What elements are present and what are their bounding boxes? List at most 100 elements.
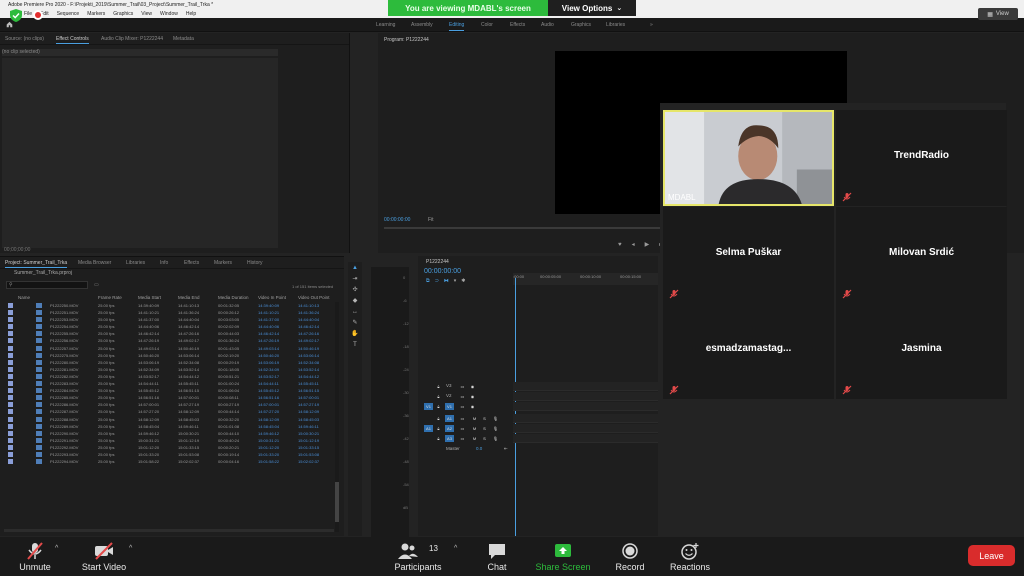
- track-target-a2[interactable]: A2: [445, 425, 454, 432]
- label-color-swatch[interactable]: [8, 324, 13, 330]
- workspace-libraries[interactable]: Libraries: [606, 22, 625, 28]
- track-lock-icon[interactable]: 🔒︎: [434, 393, 443, 400]
- table-row[interactable]: P1222275.MOV 25.00 fps 14:50:46:20 14:53:06…: [0, 352, 340, 359]
- participants-button[interactable]: 13 Participants: [383, 540, 453, 574]
- ripple-edit-tool-icon[interactable]: ✣: [351, 286, 359, 294]
- track-eye-icon[interactable]: ◉: [468, 393, 477, 400]
- home-icon[interactable]: [6, 21, 13, 28]
- master-value[interactable]: 0.0: [476, 446, 482, 451]
- table-row[interactable]: P1222253.MOV 25.00 fps 14:41:37:00 14:44:40…: [0, 316, 340, 323]
- table-row[interactable]: P1222257.MOV 25.00 fps 14:49:03:14 14:50:46…: [0, 345, 340, 352]
- table-row[interactable]: P1222283.MOV 25.00 fps 14:54:44:11 14:55:45…: [0, 380, 340, 387]
- participant-tile[interactable]: Milovan Srdić: [836, 207, 1007, 303]
- workspace-more[interactable]: »: [650, 22, 653, 28]
- timeline-tab[interactable]: P1222244: [426, 259, 449, 266]
- col-video-in[interactable]: Video In Point: [258, 295, 286, 300]
- col-video-out[interactable]: Video Out Point: [298, 295, 329, 300]
- track-output-icon[interactable]: ▭: [458, 415, 467, 422]
- play-icon[interactable]: ▶: [645, 241, 650, 248]
- folder-icon[interactable]: ▭: [94, 282, 99, 288]
- label-color-swatch[interactable]: [8, 409, 13, 415]
- track-target-a1[interactable]: A1: [445, 415, 454, 422]
- track-mute-icon[interactable]: M: [470, 425, 479, 432]
- table-row[interactable]: P1222281.MOV 25.00 fps 14:52:34:09 14:53:52…: [0, 366, 340, 373]
- track-mic-icon[interactable]: 🎙︎: [491, 435, 500, 442]
- table-row[interactable]: P1222293.MOV 25.00 fps 15:01:33:20 15:01:53…: [0, 451, 340, 458]
- tab-history[interactable]: History: [247, 260, 263, 266]
- participants-options-chevron-icon[interactable]: ^: [454, 545, 457, 552]
- workspace-audio[interactable]: Audio: [541, 22, 554, 28]
- track-output-icon[interactable]: ▭: [458, 403, 467, 410]
- program-tab[interactable]: Program: P1222244: [384, 37, 429, 44]
- source-patch-v1[interactable]: V1: [424, 403, 433, 410]
- label-color-swatch[interactable]: [8, 423, 13, 429]
- track-eye-icon[interactable]: ◉: [468, 383, 477, 390]
- label-color-swatch[interactable]: [8, 437, 13, 443]
- label-color-swatch[interactable]: [8, 459, 13, 465]
- workspace-learning[interactable]: Learning: [376, 22, 395, 28]
- menu-window[interactable]: Window: [160, 11, 178, 17]
- track-mic-icon[interactable]: 🎙︎: [491, 425, 500, 432]
- track-lock-icon[interactable]: 🔒︎: [434, 425, 443, 432]
- track-output-icon[interactable]: ▭: [458, 435, 467, 442]
- step-back-icon[interactable]: ◂: [632, 241, 635, 248]
- unmute-button[interactable]: Unmute: [0, 540, 70, 574]
- label-color-swatch[interactable]: [8, 395, 13, 401]
- table-row[interactable]: P1222287.MOV 25.00 fps 14:57:27:20 14:58:12…: [0, 408, 340, 415]
- security-shield-icon[interactable]: [10, 9, 22, 22]
- track-target-a3[interactable]: A3: [445, 435, 454, 442]
- label-color-swatch[interactable]: [8, 317, 13, 323]
- menu-help[interactable]: Help: [186, 11, 196, 17]
- workspace-graphics[interactable]: Graphics: [571, 22, 591, 28]
- track-mute-icon[interactable]: M: [470, 435, 479, 442]
- col-frame-rate[interactable]: Frame Rate: [98, 295, 122, 300]
- table-row[interactable]: P1222286.MOV 25.00 fps 14:57:00:01 14:57:27…: [0, 401, 340, 408]
- track-target-v1[interactable]: V1: [445, 403, 454, 410]
- nest-icon[interactable]: ⧉: [426, 278, 430, 284]
- label-color-swatch[interactable]: [8, 430, 13, 436]
- track-lane[interactable]: [513, 414, 658, 423]
- table-row[interactable]: P1222285.MOV 25.00 fps 14:56:51:16 14:57:00…: [0, 394, 340, 401]
- label-color-swatch[interactable]: [8, 338, 13, 344]
- workspace-effects[interactable]: Effects: [510, 22, 525, 28]
- menu-markers[interactable]: Markers: [87, 11, 105, 17]
- share-screen-button[interactable]: Share Screen: [528, 540, 598, 574]
- track-mic-icon[interactable]: 🎙︎: [491, 415, 500, 422]
- label-color-swatch[interactable]: [8, 359, 13, 365]
- chat-button[interactable]: Chat: [462, 540, 532, 574]
- workspace-editing[interactable]: Editing: [449, 22, 465, 31]
- project-scrollbar[interactable]: [335, 302, 339, 532]
- track-select-tool-icon[interactable]: ⇥: [351, 275, 359, 283]
- track-lock-icon[interactable]: 🔒︎: [434, 415, 443, 422]
- track-lane[interactable]: [513, 402, 658, 411]
- hand-tool-icon[interactable]: ✋: [351, 330, 359, 338]
- track-lock-icon[interactable]: 🔒︎: [434, 403, 443, 410]
- track-lock-icon[interactable]: 🔒︎: [434, 435, 443, 442]
- table-row[interactable]: P1222292.MOV 25.00 fps 15:01:12:20 15:01:33…: [0, 444, 340, 451]
- marker-icon[interactable]: ♥: [618, 242, 622, 248]
- workspace-color[interactable]: Color: [481, 22, 493, 28]
- track-output-icon[interactable]: ▭: [458, 393, 467, 400]
- participant-tile-video[interactable]: MDABL: [663, 110, 834, 206]
- razor-tool-icon[interactable]: ◆: [351, 297, 359, 305]
- tab-media-browser[interactable]: Media Browser: [78, 260, 111, 266]
- reactions-button[interactable]: Reactions: [655, 540, 725, 574]
- menu-sequence[interactable]: Sequence: [57, 11, 80, 17]
- label-color-swatch[interactable]: [8, 345, 13, 351]
- participant-tile[interactable]: TrendRadio: [836, 110, 1007, 206]
- pen-tool-icon[interactable]: ✎: [351, 319, 359, 327]
- label-color-swatch[interactable]: [8, 416, 13, 422]
- table-row[interactable]: P1222294.MOV 25.00 fps 15:01:58:22 15:02:02…: [0, 458, 340, 465]
- track-lane[interactable]: [513, 434, 658, 443]
- timeline-ruler[interactable]: :00:00 00:00:05:00 00:00:10:00 00:00:15:…: [513, 273, 658, 285]
- program-timecode[interactable]: 00:00:00:00: [384, 217, 410, 223]
- track-eye-icon[interactable]: ◉: [468, 403, 477, 410]
- track-lane[interactable]: [513, 382, 658, 391]
- audio-options-chevron-icon[interactable]: ^: [55, 545, 58, 552]
- tab-markers[interactable]: Markers: [214, 260, 232, 266]
- tab-effect-controls[interactable]: Effect Controls: [56, 36, 89, 44]
- track-solo-icon[interactable]: S: [480, 435, 489, 442]
- wrench-icon[interactable]: ✱: [461, 278, 465, 284]
- workspace-assembly[interactable]: Assembly: [411, 22, 433, 28]
- table-row[interactable]: P1222256.MOV 25.00 fps 14:47:26:19 14:49:02…: [0, 337, 340, 344]
